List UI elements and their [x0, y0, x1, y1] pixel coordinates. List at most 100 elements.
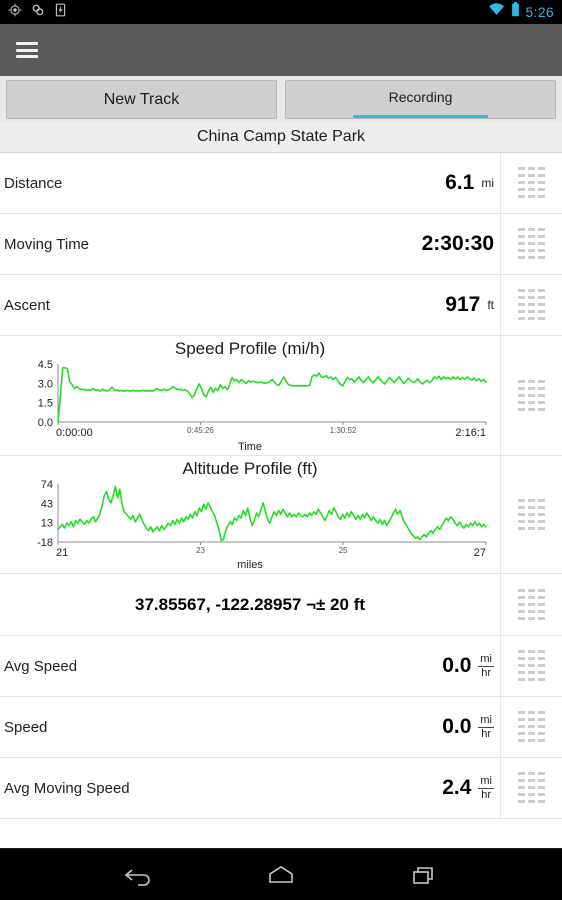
stat-value-group: 0.0 mi hr	[442, 653, 494, 679]
back-icon[interactable]	[123, 864, 155, 886]
stat-unit-numerator: mi	[478, 713, 494, 728]
stat-value-group: 2.4 mi hr	[442, 775, 494, 801]
table-row[interactable]: Distance 6.1 mi	[0, 153, 562, 214]
stat-row-speed: Speed 0.0 mi hr	[0, 697, 500, 757]
stat-unit: mi hr	[478, 775, 494, 801]
status-bar-right-icons: 5:26	[488, 2, 554, 22]
stat-value-group: 917 ft	[445, 293, 494, 317]
svg-text:-18: -18	[37, 537, 53, 549]
gps-fixed-icon	[8, 3, 22, 22]
drag-handle-icon[interactable]	[500, 153, 562, 213]
chart-altitude-profile: Altitude Profile (ft) 74 43 13 -18 21 23 25 27 …	[0, 456, 500, 573]
stat-label: Distance	[4, 174, 63, 192]
stat-row-moving-time: Moving Time 2:30:30	[0, 214, 500, 274]
tab-recording-label: Recording	[388, 88, 453, 105]
stat-label: Moving Time	[4, 235, 90, 253]
drag-handle-icon[interactable]	[500, 456, 562, 573]
stat-unit: mi hr	[478, 714, 494, 740]
recents-icon[interactable]	[407, 864, 439, 886]
table-row[interactable]: Moving Time 2:30:30	[0, 214, 562, 275]
svg-text:0:45:26: 0:45:26	[187, 426, 214, 435]
drag-handle-icon[interactable]	[500, 574, 562, 635]
battery-icon	[511, 2, 520, 22]
home-icon[interactable]	[265, 864, 297, 886]
stat-unit-numerator: mi	[478, 652, 494, 667]
drag-handle-icon[interactable]	[500, 336, 562, 455]
sync-link-icon	[31, 3, 45, 22]
stat-label: Avg Speed	[4, 657, 78, 675]
wifi-icon	[488, 3, 505, 21]
stat-label: Avg Moving Speed	[4, 779, 130, 797]
svg-text:25: 25	[339, 546, 348, 555]
table-row[interactable]: Speed Profile (mi/h) 4.5 3.0 1.5 0.0 0:00:00…	[0, 336, 562, 456]
track-title: China Camp State Park	[0, 122, 562, 153]
svg-text:1:30:52: 1:30:52	[330, 426, 357, 435]
status-bar-clock: 5:26	[525, 4, 554, 20]
svg-text:74: 74	[41, 480, 53, 491]
stat-unit: mi hr	[478, 653, 494, 679]
stat-unit-denominator: hr	[481, 666, 492, 679]
chart-title: Speed Profile (mi/h)	[174, 339, 326, 358]
svg-text:2:16:1: 2:16:1	[455, 427, 486, 439]
stat-value-group: 6.1 mi	[445, 171, 494, 195]
chart-speed-profile: Speed Profile (mi/h) 4.5 3.0 1.5 0.0 0:00:00…	[0, 336, 500, 455]
tab-new-track-label: New Track	[103, 90, 180, 108]
stat-value: 0.0	[442, 715, 472, 738]
stat-value-group: 0.0 mi hr	[442, 714, 494, 740]
stat-value: 2:30:30	[421, 232, 494, 255]
stat-value: 6.1	[445, 171, 475, 194]
action-bar	[0, 24, 562, 76]
status-bar: 5:26	[0, 0, 562, 24]
svg-text:13: 13	[41, 517, 53, 529]
stat-row-avg-moving-speed: Avg Moving Speed 2.4 mi hr	[0, 758, 500, 818]
stat-value: 917	[445, 293, 481, 316]
stat-value: 0.0	[442, 654, 472, 677]
stat-value: 2.4	[442, 776, 472, 799]
drag-handle-icon[interactable]	[500, 275, 562, 335]
stat-unit-denominator: hr	[481, 788, 492, 801]
stat-row-distance: Distance 6.1 mi	[0, 153, 500, 213]
drag-handle-icon[interactable]	[500, 214, 562, 274]
stats-list: Distance 6.1 mi Moving Time 2:30:30 Asce…	[0, 153, 562, 819]
speed-profile-plot: 4.5 3.0 1.5 0.00:00:00 0:45:26 1:30:52 2:16:1	[38, 360, 487, 439]
tab-recording[interactable]: Recording	[285, 80, 556, 119]
stat-row-avg-speed: Avg Speed 0.0 mi hr	[0, 636, 500, 696]
svg-text:0:00:00: 0:00:00	[56, 427, 93, 439]
stat-value-group: 2:30:30	[422, 232, 494, 256]
svg-text:4.5: 4.5	[38, 360, 53, 371]
stat-label: Speed	[4, 718, 48, 736]
svg-text:21: 21	[56, 547, 68, 559]
stat-unit-numerator: mi	[478, 774, 494, 789]
download-icon	[54, 3, 67, 22]
table-row[interactable]: Speed 0.0 mi hr	[0, 697, 562, 758]
altitude-profile-plot: 74 43 13 -1821 23 25 27	[37, 480, 487, 559]
drag-handle-icon[interactable]	[500, 758, 562, 818]
stat-unit: ft	[487, 298, 494, 312]
svg-text:1.5: 1.5	[38, 398, 53, 410]
table-row[interactable]: Avg Moving Speed 2.4 mi hr	[0, 758, 562, 819]
stat-unit: mi	[481, 176, 494, 190]
tab-strip: New Track Recording	[0, 76, 562, 122]
stat-row-ascent: Ascent 917 ft	[0, 275, 500, 335]
table-row[interactable]: Ascent 917 ft	[0, 275, 562, 336]
table-row[interactable]: 37.85567, -122.28957 ¬± 20 ft	[0, 574, 562, 636]
stat-unit-denominator: hr	[481, 727, 492, 740]
drag-handle-icon[interactable]	[500, 697, 562, 757]
stat-label: Ascent	[4, 296, 50, 314]
hamburger-menu-icon[interactable]	[16, 42, 38, 58]
table-row[interactable]: Avg Speed 0.0 mi hr	[0, 636, 562, 697]
table-row[interactable]: Altitude Profile (ft) 74 43 13 -18 21 23 25 27 …	[0, 456, 562, 574]
tab-active-indicator	[353, 115, 488, 118]
app-root: 5:26 New Track Recording China Camp Stat…	[0, 0, 562, 900]
drag-handle-icon[interactable]	[500, 636, 562, 696]
coordinates-text: 37.85567, -122.28957 ¬± 20 ft	[134, 594, 366, 614]
tab-new-track[interactable]: New Track	[6, 80, 277, 119]
svg-text:3.0: 3.0	[38, 378, 53, 390]
svg-text:27: 27	[474, 547, 486, 559]
chart-xaxis-label: Time	[237, 441, 263, 453]
status-bar-left-icons	[8, 3, 67, 22]
svg-text:0.0: 0.0	[38, 417, 53, 429]
svg-text:43: 43	[41, 499, 53, 511]
system-navigation-bar	[0, 848, 562, 900]
chart-title: Altitude Profile (ft)	[182, 459, 318, 478]
